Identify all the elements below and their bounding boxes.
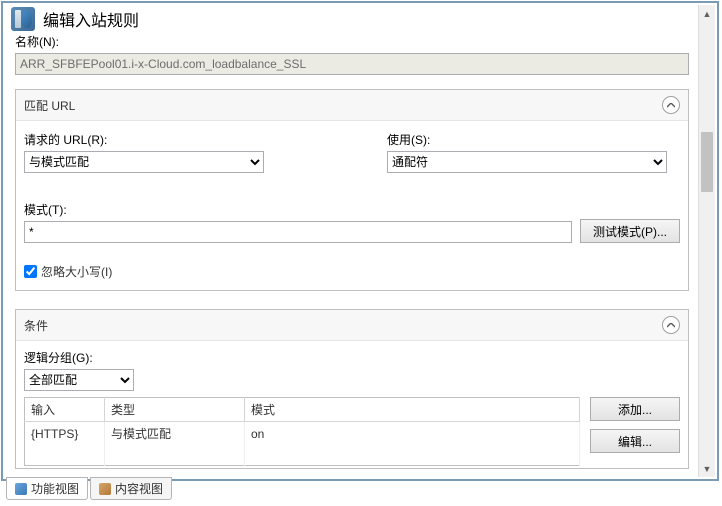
- tab-function-view[interactable]: 功能视图: [6, 477, 88, 500]
- collapse-conditions-button[interactable]: [662, 316, 680, 334]
- conditions-section: 条件 逻辑分组(G): 全部匹配 输入 类型 模: [15, 309, 689, 469]
- table-row[interactable]: {HTTPS} 与模式匹配 on: [25, 422, 580, 446]
- scroll-up-arrow[interactable]: ▲: [699, 5, 715, 22]
- ignore-case-label: 忽略大小写(I): [41, 263, 112, 280]
- col-pattern: 模式: [245, 398, 580, 422]
- chevron-up-icon: [667, 103, 675, 108]
- chevron-up-icon: [667, 323, 675, 328]
- app-icon: [11, 7, 35, 31]
- vertical-scrollbar[interactable]: ▲ ▼: [698, 5, 715, 477]
- edit-condition-button[interactable]: 编辑...: [590, 429, 680, 453]
- content-view-icon: [99, 483, 111, 495]
- tab-content-view[interactable]: 内容视图: [90, 477, 172, 500]
- match-url-section: 匹配 URL 请求的 URL(R): 与模式匹配 使用(S):: [15, 89, 689, 291]
- ignore-case-checkbox[interactable]: [24, 265, 37, 278]
- scroll-down-arrow[interactable]: ▼: [699, 460, 715, 477]
- match-url-title: 匹配 URL: [24, 97, 75, 114]
- pattern-label: 模式(T):: [24, 201, 572, 218]
- logic-group-select[interactable]: 全部匹配: [24, 369, 134, 391]
- dialog-title: 编辑入站规则: [43, 7, 139, 31]
- col-input: 输入: [25, 398, 105, 422]
- add-condition-button[interactable]: 添加...: [590, 397, 680, 421]
- conditions-table[interactable]: 输入 类型 模式 {HTTPS} 与模式匹配 on: [24, 397, 580, 466]
- requested-url-label: 请求的 URL(R):: [24, 131, 317, 148]
- col-type: 类型: [105, 398, 245, 422]
- requested-url-select[interactable]: 与模式匹配: [24, 151, 264, 173]
- using-label: 使用(S):: [387, 131, 680, 148]
- view-tabs: 功能视图 内容视图: [6, 477, 172, 500]
- collapse-match-url-button[interactable]: [662, 96, 680, 114]
- test-pattern-button[interactable]: 测试模式(P)...: [580, 219, 680, 243]
- logic-group-label: 逻辑分组(G):: [24, 349, 680, 366]
- scroll-thumb[interactable]: [701, 132, 713, 192]
- dialog-header: 编辑入站规则: [3, 3, 717, 35]
- conditions-title: 条件: [24, 317, 48, 334]
- pattern-input[interactable]: [24, 221, 572, 243]
- using-select[interactable]: 通配符: [387, 151, 667, 173]
- function-view-icon: [15, 483, 27, 495]
- name-input[interactable]: [15, 53, 689, 75]
- scroll-track[interactable]: [699, 22, 715, 460]
- name-label: 名称(N):: [15, 33, 689, 50]
